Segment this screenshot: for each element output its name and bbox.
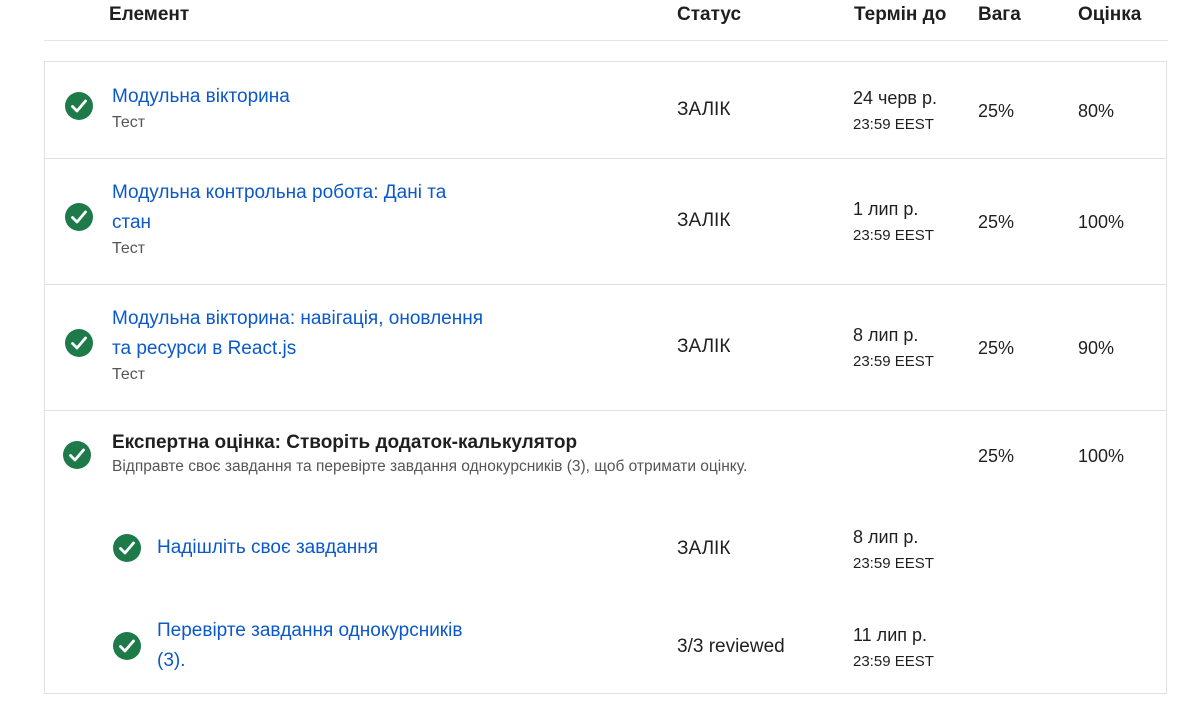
check-circle-icon: [65, 203, 93, 231]
due-time: 23:59 EEST: [853, 353, 934, 370]
status-text: ЗАЛІК: [677, 336, 731, 357]
table-row: Модульна вікторина Тест ЗАЛІК 24 черв р.…: [45, 62, 1166, 159]
check-circle-icon: [113, 534, 141, 562]
item-title-line: Модульна вікторина: навігація, оновлення: [112, 308, 483, 329]
due-time: 23:59 EEST: [853, 227, 934, 244]
check-circle-icon: [65, 92, 93, 120]
item-title-link[interactable]: Модульна контрольна робота: Дані та стан: [112, 178, 446, 238]
item-title-line: та ресурси в React.js: [112, 338, 297, 359]
column-header-due: Термін до: [854, 4, 947, 25]
check-circle-icon: [65, 329, 93, 357]
check-circle-icon: [113, 632, 141, 660]
status-text: ЗАЛІК: [677, 210, 731, 231]
due-date: 24 черв р.: [853, 88, 937, 108]
column-header-weight: Вага: [978, 4, 1021, 25]
weight-value: 25%: [978, 446, 1015, 466]
column-header-status: Статус: [677, 4, 742, 25]
grade-value: 90%: [1078, 338, 1115, 358]
review-status-text: 3/3 reviewed: [677, 636, 785, 657]
check-circle-icon: [63, 441, 91, 469]
weight-value: 25%: [978, 338, 1015, 358]
peer-review-description: Відправте своє завдання та перевірте зав…: [112, 458, 748, 475]
due-date: 11 лип р.: [853, 625, 928, 645]
item-title-line: Модульна контрольна робота: Дані та: [112, 182, 447, 203]
status-text: ЗАЛІК: [677, 538, 731, 559]
due-date: 8 лип р.: [853, 527, 919, 547]
peer-review-title: Експертна оцінка: Створіть додаток-кальк…: [112, 432, 578, 453]
item-title-line: (3).: [157, 650, 186, 671]
item-type: Тест: [112, 366, 146, 383]
table-row: Модульна вікторина: навігація, оновлення…: [45, 284, 1166, 411]
due-time: 23:59 EEST: [853, 116, 934, 133]
table-row-peer-review: Експертна оцінка: Створіть додаток-кальк…: [45, 410, 1166, 695]
due-time: 23:59 EEST: [853, 555, 934, 572]
table-header: Елемент Статус Термін до Вага Оцінка: [44, 0, 1168, 41]
weight-value: 25%: [978, 212, 1015, 232]
review-peers-link[interactable]: Перевірте завдання однокурсників (3).: [157, 616, 462, 676]
item-title-link[interactable]: Модульна вікторина: [112, 82, 290, 112]
item-title-line: Перевірте завдання однокурсників: [157, 620, 463, 641]
item-type: Тест: [112, 240, 146, 257]
due-time: 23:59 EEST: [853, 653, 934, 670]
item-title-line: стан: [112, 212, 152, 233]
weight-value: 25%: [978, 101, 1015, 121]
item-title-link[interactable]: Модульна вікторина: навігація, оновлення…: [112, 304, 483, 364]
column-header-grade: Оцінка: [1078, 4, 1142, 25]
grades-table: Модульна вікторина Тест ЗАЛІК 24 черв р.…: [44, 61, 1167, 694]
column-header-item: Елемент: [109, 4, 190, 25]
status-text: ЗАЛІК: [677, 99, 731, 120]
grade-value: 100%: [1078, 446, 1125, 466]
grade-value: 100%: [1078, 212, 1125, 232]
grade-value: 80%: [1078, 101, 1115, 121]
due-date: 8 лип р.: [853, 325, 919, 345]
table-row: Модульна контрольна робота: Дані та стан…: [45, 158, 1166, 285]
submit-assignment-link[interactable]: Надішліть своє завдання: [157, 533, 378, 563]
due-date: 1 лип р.: [853, 199, 919, 219]
item-type: Тест: [112, 114, 146, 131]
